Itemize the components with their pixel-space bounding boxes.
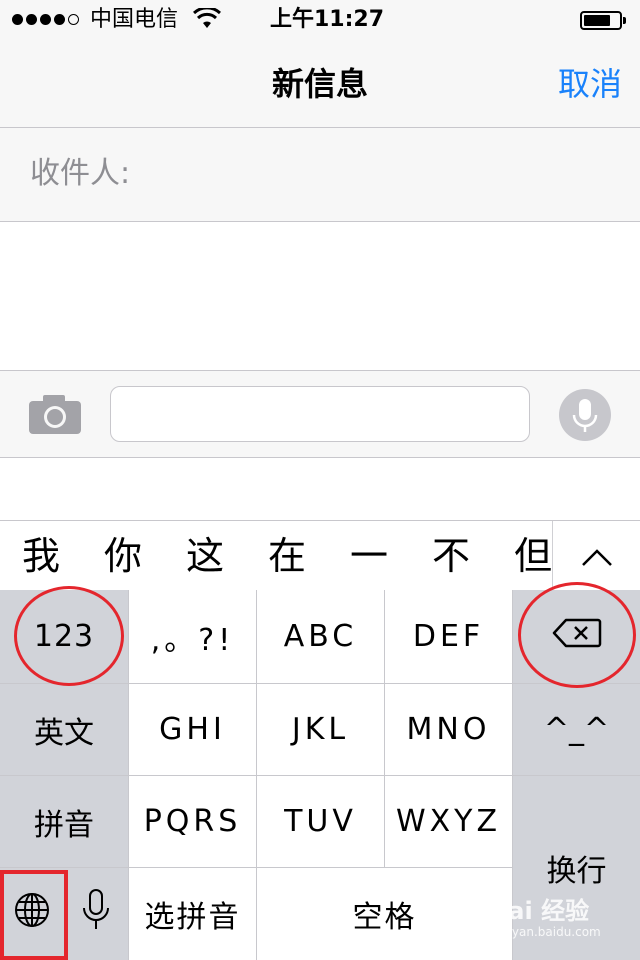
key-wxyz[interactable]: WXYZ [385,776,512,867]
key-jkl[interactable]: JKL [257,684,384,775]
candidate-word[interactable]: 我 [22,533,60,579]
navigation-bar: 新信息 取消 [0,40,640,128]
message-body-area [0,458,640,520]
recipient-row[interactable]: 收件人: [0,128,640,222]
watermark-text: Bai 经验 [490,897,590,925]
candidate-bar: 我 你 这 在 一 不 但 [0,520,640,591]
baidu-watermark-logo: Bai 经验 jingyan.baidu.com [470,885,635,945]
dictation-key[interactable] [64,868,128,960]
candidate-word[interactable]: 你 [104,533,142,579]
globe-icon [13,891,51,937]
battery-icon [580,11,626,30]
candidate-word[interactable]: 但 [514,533,552,579]
key-ghi[interactable]: GHI [129,684,256,775]
pinyin-key[interactable]: 拼音 [0,776,128,867]
numbers-key[interactable]: 123 [0,590,128,683]
key-def[interactable]: DEF [385,590,512,683]
status-time: 上午11:27 [270,7,385,32]
backspace-icon [552,618,602,656]
compose-bar [0,370,640,458]
status-bar: 中国电信 上午11:27 [0,0,640,40]
watermark-url: jingyan.baidu.com [490,925,601,939]
page-title: 新信息 [271,65,368,103]
punctuation-key[interactable]: ,。?! [129,590,256,683]
chevron-up-icon[interactable] [552,521,640,591]
microphone-icon [81,888,111,940]
wifi-icon [192,6,222,34]
key-abc[interactable]: ABC [257,590,384,683]
key-tuv[interactable]: TUV [257,776,384,867]
english-key[interactable]: 英文 [0,684,128,775]
key-mno[interactable]: MNO [385,684,512,775]
signal-strength-icon [12,14,79,25]
select-pinyin-key[interactable]: 选拼音 [129,868,256,960]
carrier-name: 中国电信 [90,7,179,32]
microphone-icon[interactable] [559,389,611,441]
candidate-word[interactable]: 一 [350,533,388,579]
globe-key[interactable] [0,868,64,960]
recipient-input[interactable] [140,148,624,202]
message-input[interactable] [110,386,530,442]
delete-key[interactable] [513,590,640,683]
cancel-button[interactable]: 取消 [558,64,622,104]
candidate-word[interactable]: 这 [186,533,224,579]
recipient-label: 收件人: [30,156,131,191]
camera-icon[interactable] [28,393,82,435]
message-area [0,222,640,370]
key-pqrs[interactable]: PQRS [129,776,256,867]
emoticon-key[interactable]: ^_^ [513,684,640,775]
candidate-word[interactable]: 不 [432,533,470,579]
candidate-word[interactable]: 在 [268,533,306,579]
